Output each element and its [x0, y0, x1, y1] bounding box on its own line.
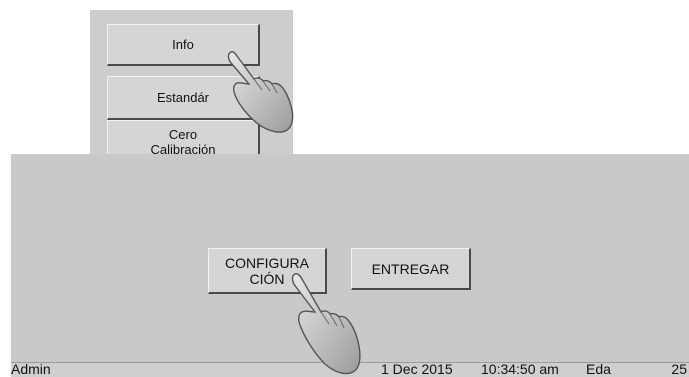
screen: Info Estandár Cero Calibración CONFIGURA…: [0, 0, 689, 377]
standard-button[interactable]: Estandár: [107, 76, 260, 120]
status-bar: Admin 1 Dec 2015 10:34:50 am Eda 25: [11, 362, 689, 377]
info-button[interactable]: Info: [107, 24, 260, 66]
deliver-button-label: ENTREGAR: [371, 260, 450, 277]
status-date: 1 Dec 2015: [381, 361, 453, 377]
configuration-button-label: CONFIGURA CIÓN: [225, 254, 309, 287]
configuration-button[interactable]: CONFIGURA CIÓN: [208, 248, 327, 294]
info-button-label: Info: [172, 37, 194, 52]
status-mode: Eda: [586, 361, 611, 377]
status-number: 25: [671, 361, 687, 377]
standard-button-label: Estandár: [156, 90, 210, 105]
settings-popup-menu: Info Estandár Cero Calibración: [90, 10, 293, 164]
deliver-button[interactable]: ENTREGAR: [351, 248, 471, 290]
status-user: Admin: [11, 361, 51, 377]
status-time: 10:34:50 am: [481, 361, 559, 377]
main-panel: CONFIGURA CIÓN ENTREGAR: [11, 154, 689, 362]
zero-calibration-button-label: Cero Calibración: [150, 126, 216, 157]
